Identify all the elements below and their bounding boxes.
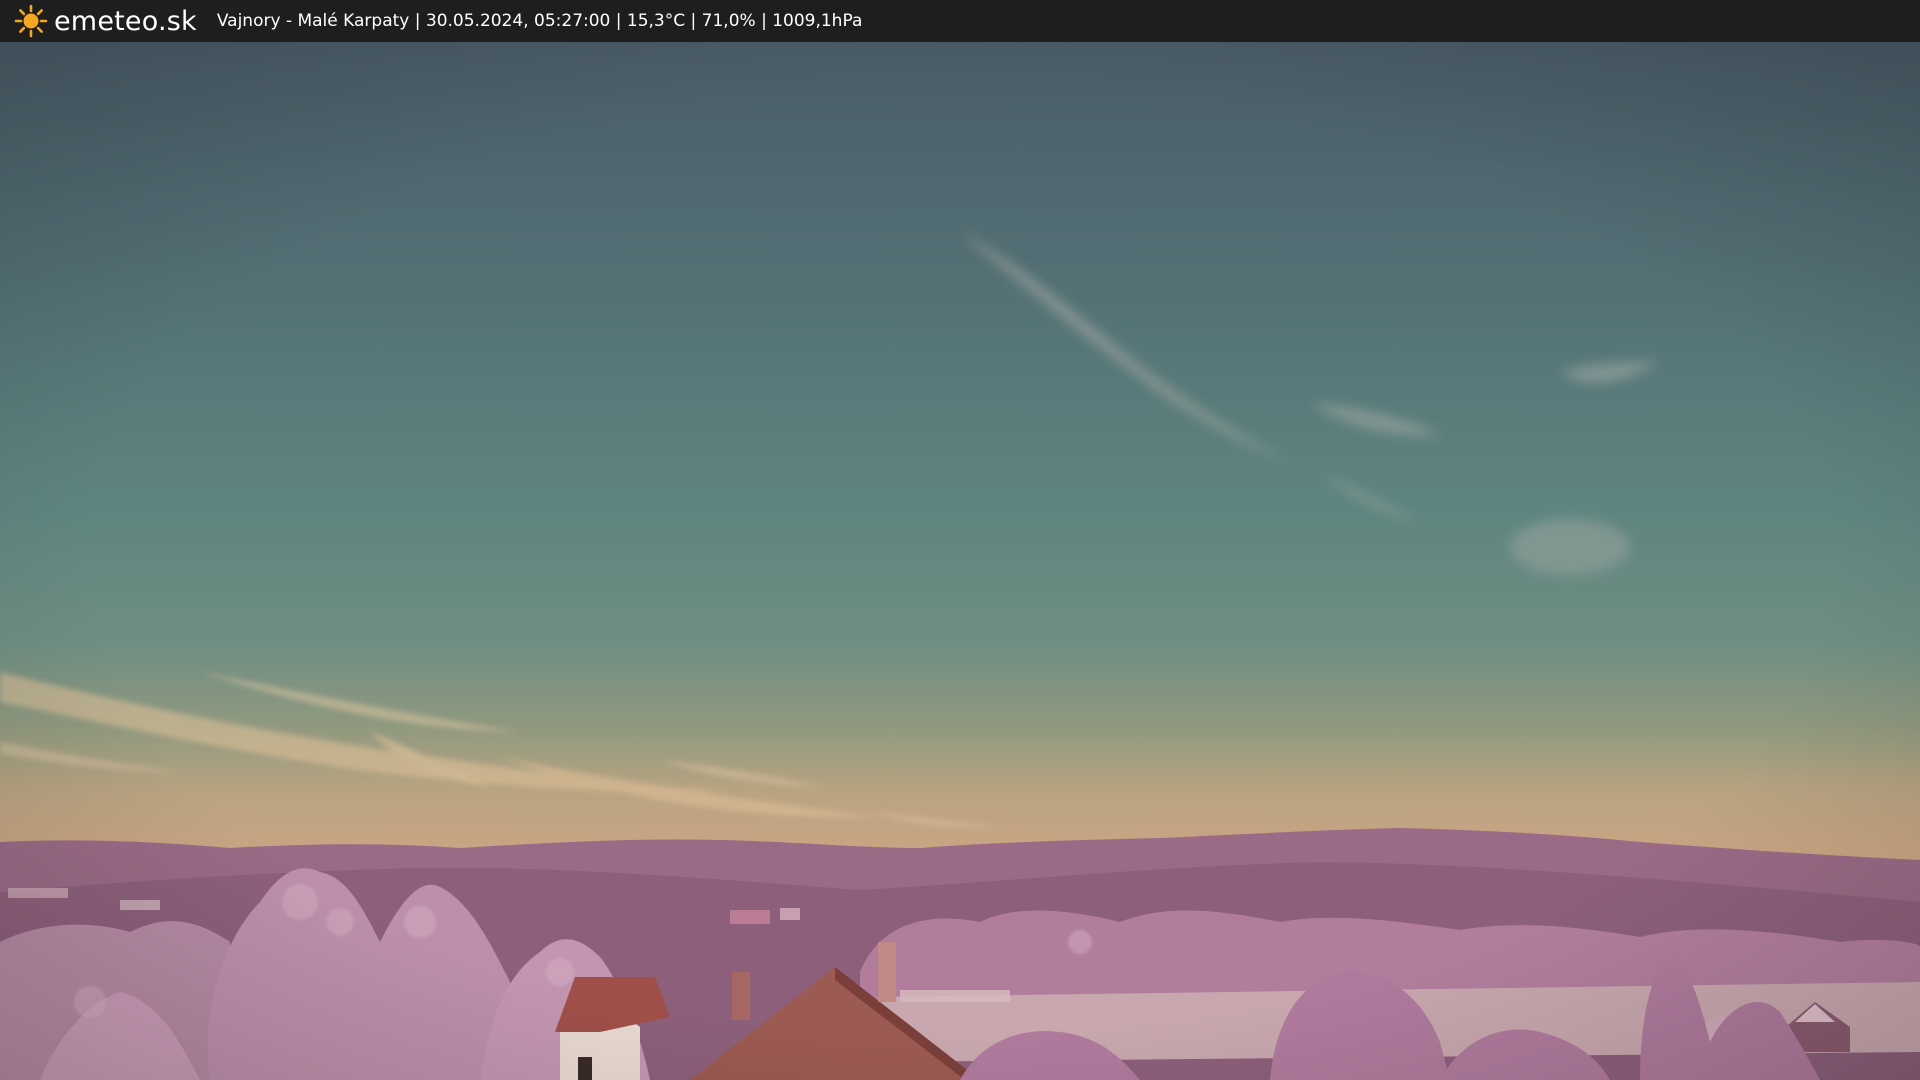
brand-name: emeteo.sk: [54, 5, 197, 37]
logo[interactable]: emeteo.sk: [14, 0, 197, 42]
webcam-frame: emeteo.sk Vajnory - Malé Karpaty | 30.05…: [0, 0, 1920, 1080]
webcam-image: [0, 42, 1920, 1080]
sun-icon: [14, 4, 48, 38]
header-bar: emeteo.sk Vajnory - Malé Karpaty | 30.05…: [0, 0, 1920, 42]
weather-info: Vajnory - Malé Karpaty | 30.05.2024, 05:…: [216, 11, 863, 31]
